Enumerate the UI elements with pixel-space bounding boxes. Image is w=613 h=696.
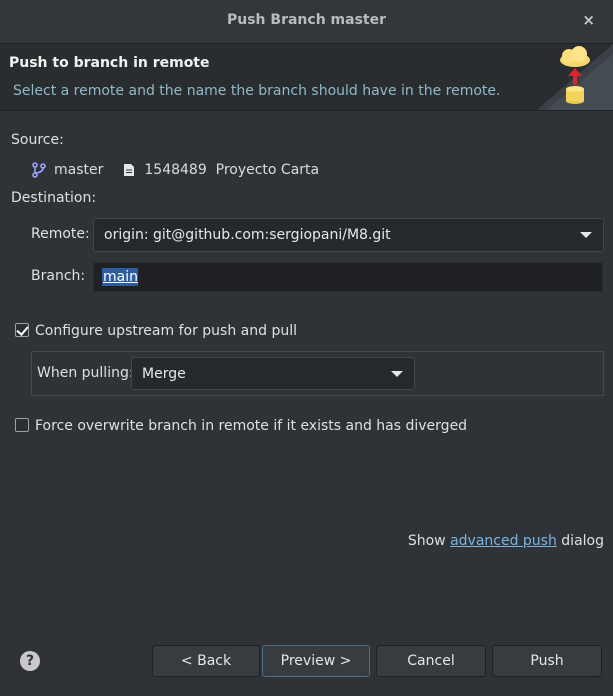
- chevron-down-icon: [580, 232, 592, 238]
- remote-value: origin: git@github.com:sergiopani/M8.git: [104, 227, 391, 243]
- when-pulling-select[interactable]: Merge: [131, 357, 415, 390]
- configure-upstream-checkbox[interactable]: [15, 323, 29, 337]
- cloud-push-icon: [537, 44, 613, 110]
- close-icon[interactable]: ×: [582, 11, 595, 29]
- banner-title: Push to branch in remote: [9, 55, 210, 71]
- force-overwrite-checkbox[interactable]: [15, 418, 29, 432]
- banner-description: Select a remote and the name the branch …: [13, 83, 501, 99]
- configure-upstream-label[interactable]: Configure upstream for push and pull: [35, 323, 297, 339]
- branch-label: Branch:: [31, 268, 86, 284]
- branch-input-value: main: [102, 268, 138, 286]
- checkmark-icon: [16, 323, 29, 336]
- wizard-banner: Push to branch in remote Select a remote…: [0, 44, 613, 111]
- source-commit: 1548489 Proyecto Carta: [144, 162, 320, 178]
- preview-button[interactable]: Preview >: [262, 645, 370, 677]
- when-pulling-value: Merge: [142, 366, 186, 382]
- title-bar: Push Branch master ×: [0, 0, 613, 44]
- remote-select[interactable]: origin: git@github.com:sergiopani/M8.git: [93, 218, 604, 252]
- chevron-down-icon: [391, 371, 403, 377]
- source-label: Source:: [11, 132, 64, 148]
- advanced-push-link[interactable]: advanced push: [450, 533, 557, 549]
- remote-label: Remote:: [31, 226, 90, 242]
- force-overwrite-label[interactable]: Force overwrite branch in remote if it e…: [35, 418, 467, 434]
- branch-input[interactable]: main: [93, 262, 603, 292]
- source-branch: master: [54, 162, 104, 178]
- window-title: Push Branch master: [227, 12, 386, 28]
- source-row: master 1548489 Proyecto Carta: [32, 160, 319, 180]
- cancel-button[interactable]: Cancel: [376, 645, 486, 677]
- advanced-suffix: dialog: [556, 533, 604, 549]
- when-pulling-label: When pulling:: [37, 365, 134, 381]
- git-branch-icon: [32, 162, 46, 178]
- commit-file-icon: [124, 164, 135, 176]
- push-button[interactable]: Push: [492, 645, 602, 677]
- advanced-push-line: Show advanced push dialog: [408, 533, 604, 549]
- destination-label: Destination:: [11, 190, 97, 206]
- help-icon[interactable]: ?: [20, 651, 40, 671]
- back-button[interactable]: < Back: [152, 645, 260, 677]
- advanced-prefix: Show: [407, 533, 451, 549]
